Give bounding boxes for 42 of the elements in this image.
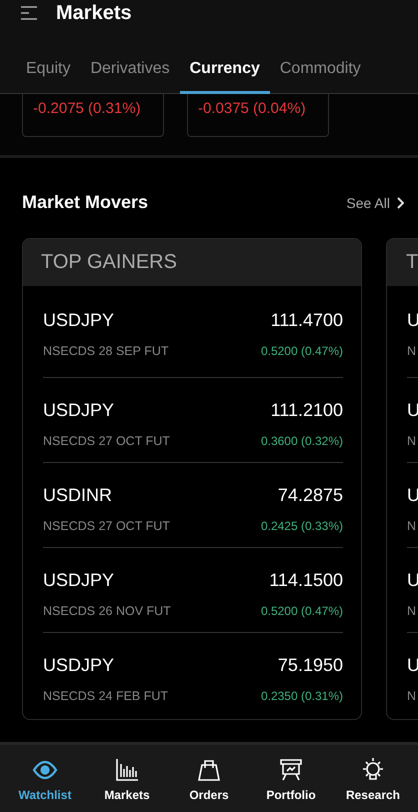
price: 75.1950	[278, 655, 343, 676]
chevron-right-icon	[396, 196, 404, 208]
nav-item[interactable]: Watchlist	[9, 756, 81, 802]
change-value: 0.5200 (0.47%)	[260, 344, 343, 358]
nav-item[interactable]: Research	[337, 756, 409, 802]
contract-name: N	[407, 344, 418, 358]
nav-item[interactable]: Markets	[91, 756, 163, 802]
contract-name: N	[407, 689, 418, 703]
symbol: USDJPY	[43, 310, 116, 331]
change-value: 0.2425 (0.33%)	[260, 519, 343, 533]
contract-name: NSECDS 24 FEB FUT	[43, 689, 168, 703]
change-value: 0.2350 (0.31%)	[260, 689, 343, 703]
card-title: T	[387, 239, 418, 286]
symbol: USDJPY	[43, 400, 116, 421]
contract-name: N	[407, 519, 418, 533]
nav-item[interactable]: Portfolio	[255, 756, 327, 802]
change-value: -0.0375 (0.04%)	[198, 100, 306, 117]
symbol: USDJPY	[43, 570, 116, 591]
page-title: Markets	[56, 2, 132, 24]
change-value: 0.5200 (0.47%)	[260, 604, 343, 618]
card-title: TOP GAINERS	[23, 239, 361, 286]
symbol: USDINR	[43, 485, 114, 506]
contract-name: NSECDS 26 NOV FUT	[43, 604, 171, 618]
contract-name: N	[407, 434, 418, 448]
menu-icon[interactable]	[20, 6, 38, 20]
see-all-link[interactable]: See All	[346, 194, 404, 210]
change-value: -0.2075 (0.31%)	[33, 100, 141, 117]
price: 111.2100	[270, 400, 343, 421]
symbol: USDJPY	[43, 655, 116, 676]
nav-item[interactable]: Orders	[173, 756, 245, 802]
tab[interactable]: Derivatives	[80, 54, 180, 94]
price: 114.1500	[269, 570, 343, 591]
price: 111.4700	[270, 310, 343, 331]
price: 74.2875	[278, 485, 343, 506]
section-title: Market Movers	[22, 192, 148, 213]
change-value: 0.3600 (0.32%)	[260, 434, 343, 448]
contract-name: NSECDS 28 SEP FUT	[43, 344, 169, 358]
contract-name: NSECDS 27 OCT FUT	[43, 434, 170, 448]
contract-name: NSECDS 27 OCT FUT	[43, 519, 170, 533]
tab[interactable]: Equity	[16, 54, 80, 94]
tab[interactable]: Commodity	[270, 54, 371, 94]
contract-name: N	[407, 604, 418, 618]
